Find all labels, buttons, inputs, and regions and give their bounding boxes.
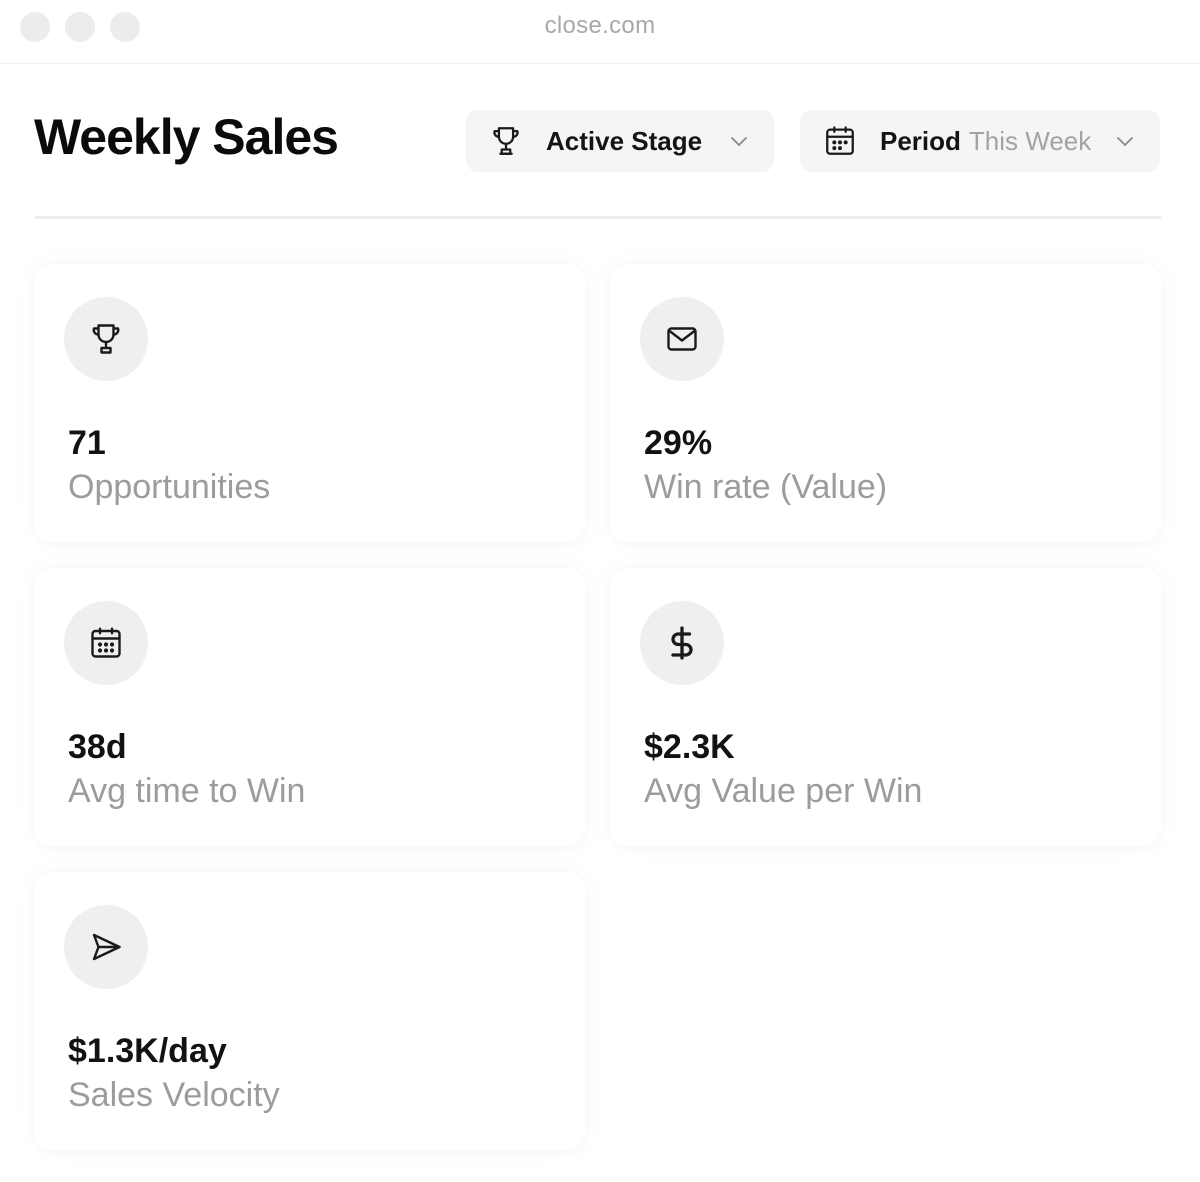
- active-stage-label: Active Stage: [546, 125, 703, 156]
- metric-card-avg-value-per-win[interactable]: $2.3K Avg Value per Win: [610, 568, 1162, 846]
- metric-icon-badge: [64, 297, 148, 381]
- metric-icon-badge: [64, 601, 148, 685]
- metric-icon-badge: [64, 905, 148, 989]
- calendar-icon: [88, 625, 124, 661]
- envelope-icon: [664, 321, 700, 357]
- chevron-down-icon: [1112, 128, 1138, 154]
- period-label: Period: [880, 125, 961, 156]
- metric-icon-badge: [640, 601, 724, 685]
- window-titlebar: close.com: [0, 0, 1200, 64]
- metric-label: Win rate (Value): [644, 468, 888, 506]
- metric-value: 38d: [68, 728, 127, 766]
- chevron-down-icon: [726, 128, 752, 154]
- page-title: Weekly Sales: [34, 109, 339, 165]
- metric-card-opportunities[interactable]: 71 Opportunities: [34, 264, 586, 542]
- period-dropdown[interactable]: Period This Week: [800, 110, 1160, 172]
- metric-label: Opportunities: [68, 468, 271, 506]
- period-value: This Week: [968, 125, 1092, 156]
- metric-label: Avg time to Win: [68, 772, 306, 810]
- trophy-icon: [488, 123, 524, 159]
- metric-card-avg-time-to-win[interactable]: 38d Avg time to Win: [34, 568, 586, 846]
- header-divider: [34, 216, 1162, 219]
- metric-card-sales-velocity[interactable]: $1.3K/day Sales Velocity: [34, 872, 586, 1150]
- metric-card-win-rate[interactable]: 29% Win rate (Value): [610, 264, 1162, 542]
- trophy-icon: [88, 321, 124, 357]
- metric-value: 29%: [644, 424, 713, 462]
- calendar-icon: [822, 123, 858, 159]
- metric-label: Avg Value per Win: [644, 772, 923, 810]
- metric-value: $2.3K: [644, 728, 735, 766]
- active-stage-dropdown[interactable]: Active Stage: [466, 110, 774, 172]
- metric-value: 71: [68, 424, 106, 462]
- send-icon: [88, 929, 124, 965]
- address-url: close.com: [544, 12, 656, 39]
- metric-icon-badge: [640, 297, 724, 381]
- dollar-icon: [664, 625, 700, 661]
- metric-value: $1.3K/day: [68, 1032, 227, 1070]
- metric-label: Sales Velocity: [68, 1076, 280, 1114]
- browser-window: close.com Weekly Sales Active Stage Peri…: [0, 0, 1200, 1182]
